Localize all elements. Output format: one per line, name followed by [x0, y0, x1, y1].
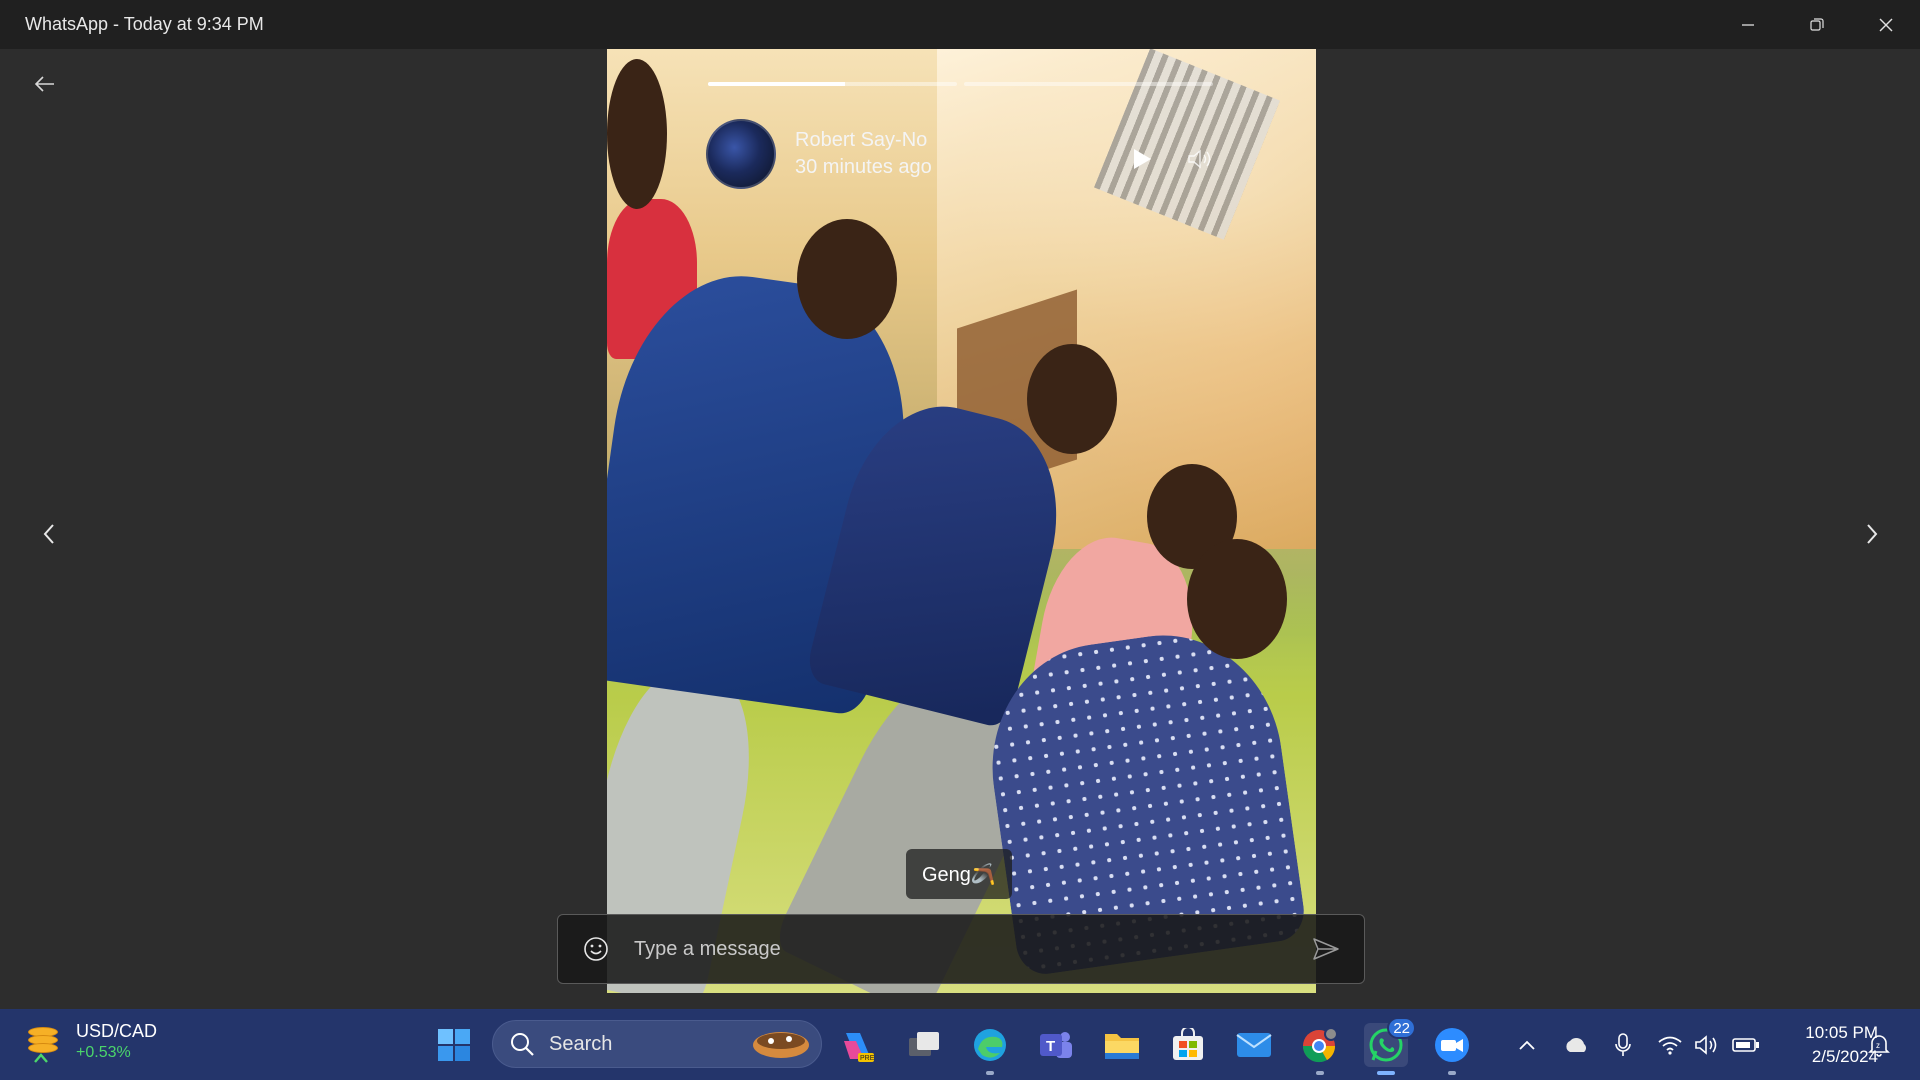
zoom-icon	[1435, 1028, 1469, 1062]
search-highlight-icon	[753, 1032, 809, 1058]
unread-badge: 22	[1387, 1017, 1416, 1039]
whatsapp-button[interactable]: 22	[1364, 1017, 1416, 1075]
microsoft-store-button[interactable]	[1166, 1023, 1210, 1067]
bell-icon: z	[1868, 1034, 1890, 1057]
chevron-right-icon	[1867, 524, 1878, 544]
volume-icon	[1188, 149, 1211, 169]
close-button[interactable]	[1851, 0, 1920, 49]
previous-status-button[interactable]	[29, 514, 69, 554]
currency-change: +0.53%	[76, 1043, 131, 1061]
search-label: Search	[549, 1032, 613, 1055]
file-explorer-button[interactable]	[1100, 1023, 1144, 1067]
battery-button[interactable]	[1730, 1009, 1762, 1080]
status-meta: Robert Say-No 30 minutes ago	[795, 129, 932, 179]
contact-name[interactable]: Robert Say-No	[795, 129, 932, 152]
running-indicator	[1448, 1071, 1456, 1075]
status-caption: Geng🪃	[906, 849, 1012, 899]
clock-date: 2/5/2024	[1811, 1047, 1878, 1066]
mail-button[interactable]	[1232, 1023, 1276, 1067]
chrome-icon	[1302, 1027, 1338, 1063]
mute-button[interactable]	[1185, 144, 1217, 174]
window-controls	[1713, 0, 1920, 49]
search-icon	[511, 1033, 534, 1056]
status-progress	[708, 82, 1213, 86]
task-view-icon	[909, 1032, 939, 1056]
arrow-left-icon	[34, 76, 54, 92]
photo-head	[797, 219, 897, 339]
currency-pair: USD/CAD	[76, 1020, 158, 1041]
wifi-button[interactable]	[1655, 1009, 1685, 1080]
play-button[interactable]	[1127, 144, 1157, 174]
windows-logo-icon	[438, 1029, 470, 1061]
progress-segment	[964, 82, 1213, 86]
microphone-button[interactable]	[1608, 1009, 1638, 1080]
restore-icon	[1809, 17, 1824, 31]
coins-icon	[22, 1019, 62, 1063]
restore-button[interactable]	[1782, 0, 1851, 49]
progress-segment	[708, 82, 957, 86]
svg-text:z: z	[1876, 1041, 1880, 1050]
wifi-icon	[1658, 1036, 1682, 1055]
chevron-up-icon	[1519, 1040, 1535, 1050]
cloud-icon	[1566, 1037, 1586, 1052]
photo-head	[607, 59, 667, 209]
avatar[interactable]	[706, 119, 776, 189]
progress-fill	[708, 82, 845, 86]
notifications-button[interactable]: z	[1864, 1009, 1894, 1080]
teams-icon: T	[1040, 1032, 1072, 1058]
folder-icon	[1105, 1034, 1139, 1059]
start-button[interactable]	[432, 1023, 476, 1067]
next-status-button[interactable]	[1852, 514, 1892, 554]
status-viewer: Robert Say-No 30 minutes ago Geng🪃	[0, 49, 1920, 1009]
running-indicator	[1316, 1071, 1324, 1075]
edge-icon	[974, 1029, 1006, 1061]
photo-head	[1187, 539, 1287, 659]
widget-text: USD/CAD +0.53%	[76, 1021, 157, 1062]
emoji-button[interactable]	[566, 919, 626, 979]
onedrive-button[interactable]	[1560, 1009, 1594, 1080]
window-title: WhatsApp - Today at 9:34 PM	[25, 14, 264, 34]
posted-time: 30 minutes ago	[795, 156, 932, 178]
running-indicator	[986, 1071, 994, 1075]
taskbar-search[interactable]: Search	[492, 1020, 822, 1068]
send-button[interactable]	[1296, 919, 1356, 979]
teams-button[interactable]: T	[1034, 1023, 1078, 1067]
minimize-icon	[1741, 23, 1754, 26]
currency-widget[interactable]: USD/CAD +0.53%	[22, 1019, 157, 1063]
microphone-icon	[1615, 1032, 1631, 1056]
active-indicator	[1377, 1071, 1395, 1075]
chevron-left-icon	[43, 524, 54, 544]
status-photo[interactable]: Robert Say-No 30 minutes ago Geng🪃	[607, 49, 1316, 993]
clock[interactable]: 10:05 PM 2/5/2024	[1770, 1021, 1878, 1069]
photo-head	[1027, 344, 1117, 454]
copilot-button[interactable]: PRE	[836, 1023, 880, 1067]
svg-text:PRE: PRE	[860, 1055, 875, 1062]
edge-button[interactable]	[968, 1023, 1012, 1075]
reply-bar	[557, 914, 1365, 984]
status-header: Robert Say-No 30 minutes ago	[706, 119, 932, 189]
copilot-icon: PRE	[844, 1033, 875, 1062]
store-icon	[1173, 1028, 1203, 1060]
back-button[interactable]	[30, 69, 60, 99]
message-input[interactable]	[626, 927, 1296, 971]
taskbar: USD/CAD +0.53% Search PRE T 22 10:05 PM …	[0, 1009, 1920, 1080]
volume-button[interactable]	[1692, 1009, 1722, 1080]
play-icon	[1134, 149, 1151, 169]
title-bar: WhatsApp - Today at 9:34 PM	[0, 0, 1920, 49]
zoom-button[interactable]	[1430, 1023, 1474, 1075]
clock-time: 10:05 PM	[1805, 1023, 1878, 1042]
chrome-button[interactable]	[1298, 1023, 1342, 1075]
task-view-button[interactable]	[902, 1023, 946, 1067]
svg-text:T: T	[1046, 1038, 1055, 1055]
show-hidden-icons-button[interactable]	[1512, 1009, 1542, 1080]
close-icon	[1879, 18, 1892, 31]
battery-icon	[1732, 1037, 1759, 1052]
send-icon	[1313, 938, 1339, 960]
mail-icon	[1236, 1033, 1272, 1057]
minimize-button[interactable]	[1713, 0, 1782, 49]
speaker-icon	[1695, 1034, 1717, 1055]
smiley-icon	[584, 937, 608, 961]
